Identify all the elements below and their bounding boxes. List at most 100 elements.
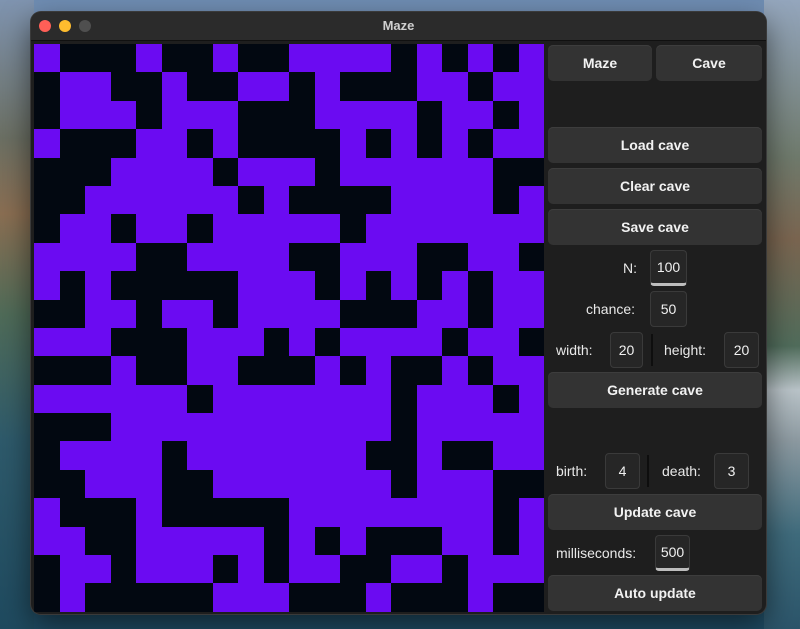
cave-cell-alive[interactable] [110,299,136,328]
cave-cell-dead[interactable] [391,384,417,414]
milliseconds-spinbox[interactable]: 500 [655,535,690,571]
cave-cell-alive[interactable] [416,157,442,186]
cave-cell-dead[interactable] [161,44,187,73]
cave-cell-alive[interactable] [340,441,366,470]
cave-cell-dead[interactable] [212,555,238,584]
cave-cell-dead[interactable] [85,583,111,612]
cave-cell-dead[interactable] [110,555,136,584]
cave-cell-alive[interactable] [187,441,213,470]
cave-cell-dead[interactable] [34,72,60,101]
cave-cell-dead[interactable] [340,185,366,215]
cave-cell-alive[interactable] [289,498,315,527]
cave-cell-dead[interactable] [314,327,340,357]
cave-cell-alive[interactable] [314,469,340,499]
cave-cell-dead[interactable] [416,583,442,612]
cave-cell-alive[interactable] [467,555,493,584]
cave-cell-dead[interactable] [289,72,315,101]
cave-cell-alive[interactable] [263,157,289,186]
cave-cell-dead[interactable] [391,72,417,101]
cave-cell-alive[interactable] [340,327,366,357]
cave-cell-alive[interactable] [238,299,264,328]
cave-cell-dead[interactable] [442,327,468,357]
cave-cell-alive[interactable] [467,583,493,612]
cave-cell-alive[interactable] [493,327,519,357]
cave-cell-dead[interactable] [59,129,85,158]
cave-cell-dead[interactable] [289,129,315,158]
cave-cell-dead[interactable] [136,583,162,612]
cave-cell-dead[interactable] [518,469,544,499]
cave-cell-alive[interactable] [238,214,264,243]
cave-cell-alive[interactable] [518,498,544,527]
cave-cell-alive[interactable] [263,72,289,101]
cave-cell-alive[interactable] [59,72,85,101]
cave-cell-alive[interactable] [85,299,111,328]
cave-cell-alive[interactable] [263,469,289,499]
cave-cell-alive[interactable] [391,327,417,357]
cave-cell-alive[interactable] [136,498,162,527]
cave-cell-alive[interactable] [442,384,468,414]
cave-cell-alive[interactable] [518,44,544,73]
cave-cell-dead[interactable] [110,583,136,612]
generate-cave-button[interactable]: Generate cave [548,372,762,408]
cave-cell-alive[interactable] [467,327,493,357]
cave-cell-alive[interactable] [238,583,264,612]
cave-cell-dead[interactable] [442,44,468,73]
cave-cell-dead[interactable] [467,299,493,328]
cave-cell-alive[interactable] [85,185,111,215]
cave-cell-dead[interactable] [314,242,340,272]
cave-cell-alive[interactable] [416,327,442,357]
cave-cell-dead[interactable] [110,129,136,158]
maze-tab-button[interactable]: Maze [548,45,652,81]
cave-cell-alive[interactable] [263,413,289,442]
cave-cell-alive[interactable] [340,157,366,186]
cave-cell-dead[interactable] [187,583,213,612]
cave-cell-alive[interactable] [161,72,187,101]
cave-cell-alive[interactable] [442,498,468,527]
cave-cell-alive[interactable] [314,100,340,130]
cave-cell-alive[interactable] [161,299,187,328]
cave-cell-alive[interactable] [442,469,468,499]
cave-cell-alive[interactable] [416,469,442,499]
cave-cell-alive[interactable] [136,129,162,158]
cave-cell-dead[interactable] [493,44,519,73]
cave-cell-alive[interactable] [518,129,544,158]
cave-cell-dead[interactable] [238,100,264,130]
cave-cell-dead[interactable] [85,526,111,556]
cave-cell-alive[interactable] [518,384,544,414]
cave-cell-alive[interactable] [442,129,468,158]
cave-cell-dead[interactable] [365,526,391,556]
cave-cell-alive[interactable] [59,526,85,556]
cave-cell-dead[interactable] [340,299,366,328]
cave-cell-alive[interactable] [238,526,264,556]
cave-cell-dead[interactable] [493,157,519,186]
cave-cell-alive[interactable] [136,157,162,186]
cave-cell-dead[interactable] [136,100,162,130]
cave-cell-dead[interactable] [467,356,493,385]
cave-cell-alive[interactable] [212,185,238,215]
cave-cell-alive[interactable] [110,441,136,470]
cave-cell-alive[interactable] [212,242,238,272]
cave-cell-alive[interactable] [161,413,187,442]
load-cave-button[interactable]: Load cave [548,127,762,163]
cave-cell-alive[interactable] [314,356,340,385]
cave-cell-alive[interactable] [238,384,264,414]
cave-cell-alive[interactable] [518,555,544,584]
cave-cell-alive[interactable] [161,185,187,215]
cave-cell-alive[interactable] [365,583,391,612]
cave-cell-alive[interactable] [161,214,187,243]
cave-cell-dead[interactable] [238,129,264,158]
cave-cell-alive[interactable] [518,356,544,385]
cave-cell-alive[interactable] [493,356,519,385]
cave-cell-dead[interactable] [59,413,85,442]
cave-cell-alive[interactable] [289,526,315,556]
cave-cell-dead[interactable] [263,498,289,527]
cave-cell-dead[interactable] [314,185,340,215]
cave-cell-dead[interactable] [289,185,315,215]
cave-cell-alive[interactable] [110,157,136,186]
cave-cell-dead[interactable] [263,555,289,584]
cave-cell-dead[interactable] [365,129,391,158]
cave-cell-alive[interactable] [110,242,136,272]
cave-cell-alive[interactable] [85,441,111,470]
cave-cell-dead[interactable] [136,299,162,328]
chance-spinbox[interactable]: 50 [650,291,687,327]
